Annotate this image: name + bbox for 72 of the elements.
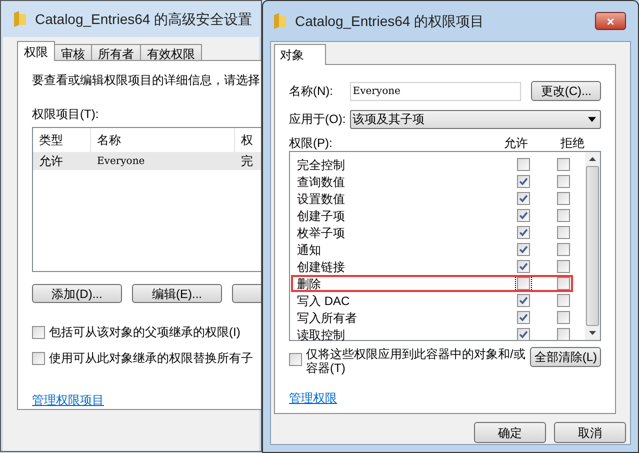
tab[interactable]: 有效权限	[140, 44, 202, 61]
table-cell-text: 允许	[38, 153, 64, 170]
checkbox-label: 使用可从此对象继承的权限替换所有子	[49, 350, 253, 367]
ok-button[interactable]: 确定	[474, 422, 546, 443]
folder-icon	[13, 11, 27, 27]
table-cell-text: Everyone	[96, 154, 146, 168]
checkbox[interactable]	[517, 192, 530, 205]
checkbox[interactable]	[517, 175, 530, 188]
checkbox[interactable]	[517, 328, 530, 341]
checkbox[interactable]	[517, 226, 530, 239]
partial-button[interactable]	[232, 284, 261, 303]
checkbox[interactable]	[556, 328, 570, 341]
change-button[interactable]: 更改(C)...	[531, 81, 601, 101]
manage-link[interactable]: 管理权限项目	[32, 391, 104, 409]
name-field[interactable]: Everyone	[350, 82, 522, 100]
checkbox[interactable]	[517, 209, 530, 222]
list-label: 权限项目(T):	[32, 106, 100, 123]
name-label: 名称(N):	[289, 83, 334, 100]
manage-link[interactable]: 管理权限	[289, 389, 337, 407]
column-header[interactable]: 权	[235, 128, 261, 152]
permission-name: 通知	[297, 242, 322, 258]
permission-name: 完全控制	[297, 156, 346, 174]
checkbox[interactable]	[32, 326, 45, 338]
checkbox[interactable]	[517, 243, 530, 256]
dialog-button[interactable]: 添加(D)...	[32, 284, 122, 303]
permission-name: 写入所有者	[297, 310, 358, 326]
table-cell-text: 完	[240, 153, 254, 170]
checkbox[interactable]	[517, 294, 530, 307]
permission-name: 读取控制	[297, 326, 346, 344]
cancel-button[interactable]: 取消	[554, 422, 626, 443]
apply-dropdown[interactable]: 该项及其子项	[350, 110, 601, 128]
apply-label: 应用于(O):	[289, 111, 347, 128]
checkbox[interactable]	[517, 311, 530, 324]
deny-header: 拒绝	[560, 135, 586, 152]
checkbox[interactable]	[556, 226, 570, 239]
checkbox[interactable]	[556, 209, 570, 222]
checkbox[interactable]	[517, 158, 530, 171]
dialog-button[interactable]: 编辑(E)...	[132, 284, 222, 303]
folder-icon	[273, 13, 287, 29]
permission-name: 枚举子项	[297, 224, 346, 242]
table-row[interactable]: 允许 Everyone 完	[33, 152, 261, 170]
checkbox[interactable]	[556, 294, 570, 307]
checkbox[interactable]	[289, 353, 302, 366]
tab[interactable]: 所有者	[91, 44, 141, 61]
permission-name: 写入 DAC	[297, 292, 351, 310]
permissions-label: 权限(P):	[289, 135, 334, 152]
window-title: Catalog_Entries64 的权限项目	[295, 12, 486, 31]
permission-name: 设置数值	[297, 190, 346, 208]
clear-all-button[interactable]: 全部清除(L)	[530, 347, 601, 367]
scrollbar[interactable]	[585, 152, 600, 340]
window-title: Catalog_Entries64 的高级安全设置	[35, 10, 252, 29]
tab[interactable]: 对象	[274, 44, 326, 65]
checkbox[interactable]	[556, 260, 570, 273]
permission-name: 创建链接	[297, 258, 346, 276]
checkbox-label: 仅将这些权限应用到此容器中的对象和/或容器(T)	[306, 347, 526, 375]
instruction-text: 要查看或编辑权限项目的详细信息，请选择	[32, 72, 261, 89]
permission-name: 删除	[297, 276, 322, 292]
checkbox[interactable]	[556, 158, 570, 171]
checkbox[interactable]	[556, 311, 570, 324]
tab[interactable]: 权限	[17, 41, 55, 61]
checkbox-label: 包括可从该对象的父项继承的权限(I)	[49, 324, 240, 341]
checkbox[interactable]	[556, 192, 570, 205]
allow-header: 允许	[502, 135, 529, 152]
checkbox[interactable]	[556, 175, 570, 188]
checkbox[interactable]	[517, 277, 530, 290]
permission-name: 查询数值	[297, 174, 346, 190]
checkbox[interactable]	[517, 260, 530, 273]
checkbox[interactable]	[556, 243, 570, 256]
checkbox[interactable]	[556, 277, 570, 290]
checkbox[interactable]	[32, 352, 45, 364]
dropdown-arrow-icon	[588, 116, 596, 122]
permission-name: 创建子项	[297, 208, 346, 224]
